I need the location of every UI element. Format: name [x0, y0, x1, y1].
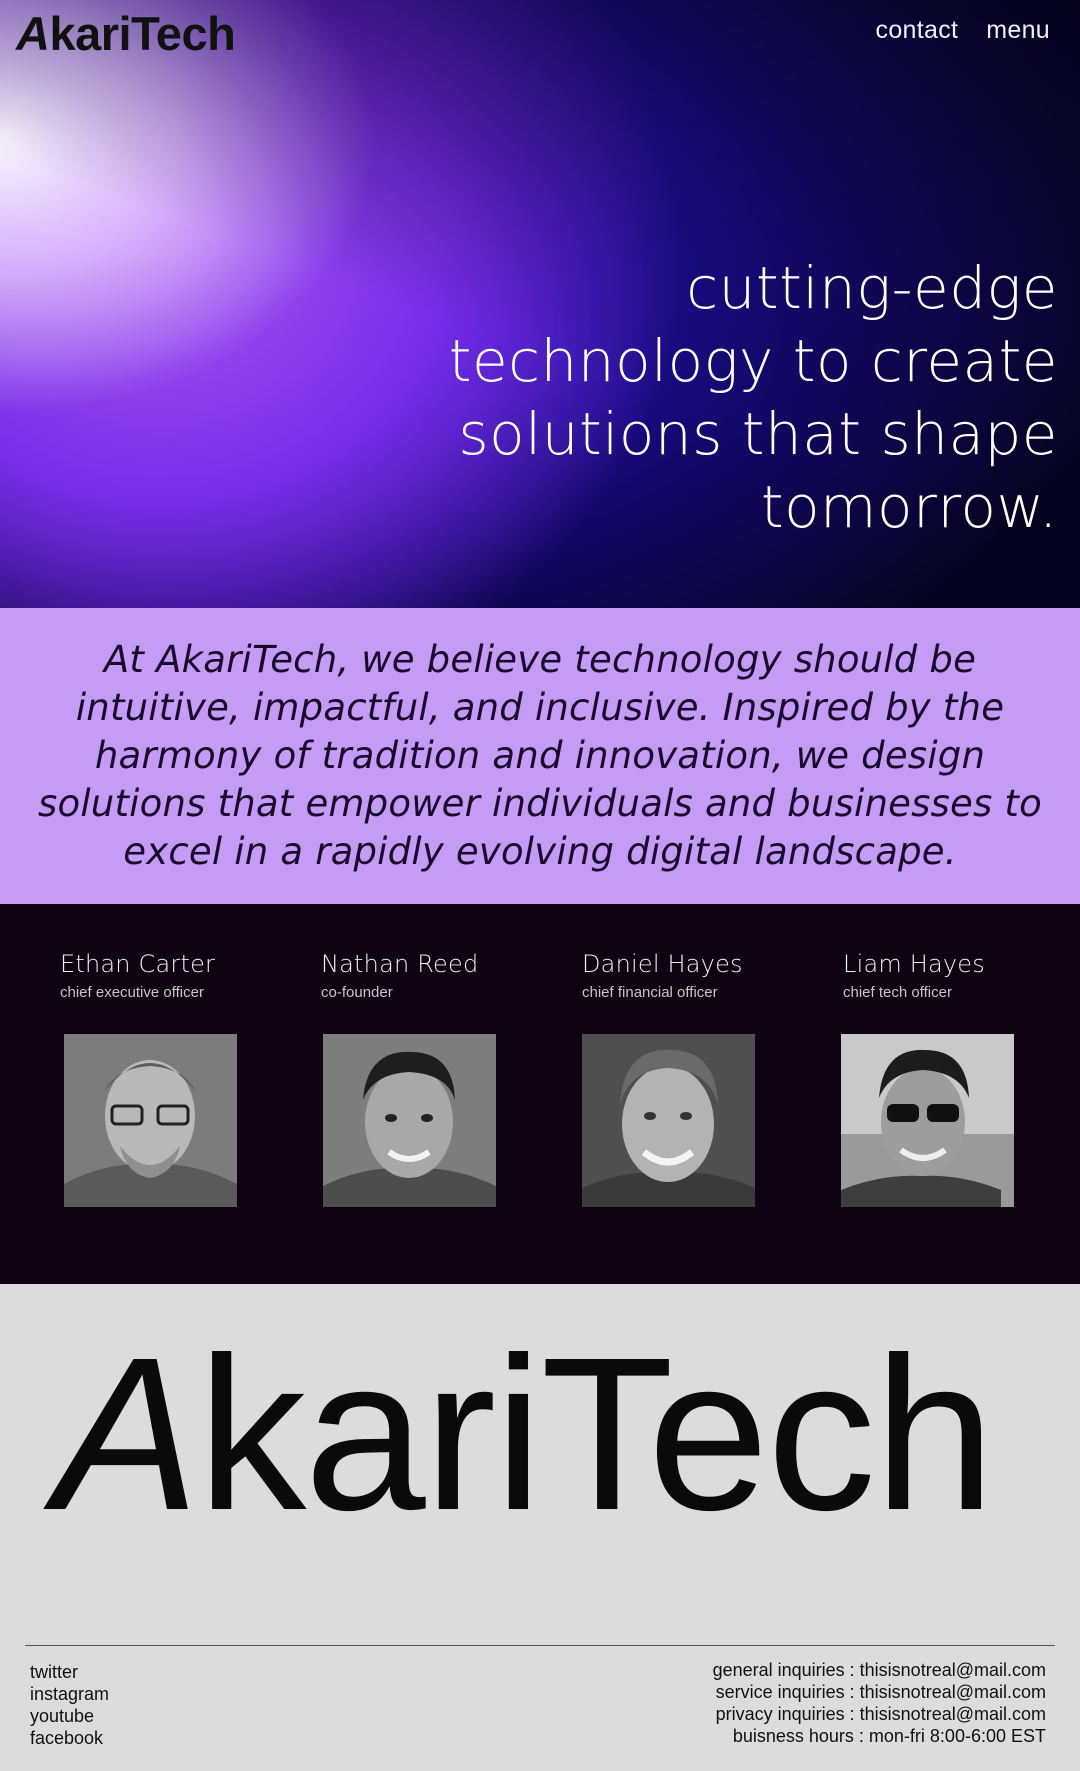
- team-member-card: Nathan Reed co-founder: [321, 950, 561, 1001]
- general-inquiries: general inquiries : thisisnotreal@mail.c…: [712, 1660, 1046, 1680]
- facebook-link[interactable]: facebook: [30, 1727, 109, 1749]
- hero-line: solutions that shape: [458, 400, 1058, 468]
- hero-headline: cutting-edge technology to create soluti…: [418, 252, 1058, 544]
- footer-divider: [25, 1645, 1055, 1646]
- mission-statement: At AkariTech, we believe technology shou…: [38, 638, 1042, 873]
- logo-a: A: [16, 7, 50, 60]
- portrait-image: [841, 1034, 1014, 1207]
- team-member-card: Daniel Hayes chief financial officer: [582, 950, 822, 1001]
- wordmark-rest: kariTech: [197, 1313, 995, 1556]
- portrait-image: [323, 1034, 496, 1207]
- portrait-image: [64, 1034, 237, 1207]
- member-name: Liam Hayes: [843, 950, 985, 978]
- member-portrait: [64, 1034, 237, 1207]
- hero-line: cutting-edge: [686, 254, 1058, 322]
- member-portrait: [582, 1034, 755, 1207]
- footer-section: AkariTech twitter instagram youtube face…: [0, 1284, 1080, 1771]
- top-nav: contact menu: [876, 16, 1050, 45]
- team-section: Ethan Carter chief executive officer Nat…: [0, 904, 1080, 1284]
- member-portrait: [841, 1034, 1014, 1207]
- team-member-card: Liam Hayes chief tech officer: [843, 950, 1080, 1001]
- contact-info: general inquiries : thisisnotreal@mail.c…: [713, 1659, 1046, 1747]
- privacy-inquiries: privacy inquiries : thisisnotreal@mail.c…: [715, 1704, 1046, 1724]
- hero-line: technology to create: [448, 327, 1058, 395]
- wordmark-a: A: [54, 1313, 199, 1556]
- instagram-link[interactable]: instagram: [30, 1683, 109, 1705]
- social-item: instagram: [30, 1683, 109, 1705]
- mission-section: At AkariTech, we believe technology shou…: [0, 608, 1080, 904]
- member-role: chief financial officer: [582, 984, 718, 1001]
- social-item: youtube: [30, 1705, 109, 1727]
- member-role: co-founder: [321, 984, 393, 1001]
- logo-rest: kariTech: [49, 7, 236, 60]
- twitter-link[interactable]: twitter: [30, 1661, 109, 1683]
- hero-line: tomorrow.: [760, 473, 1058, 541]
- social-item: twitter: [30, 1661, 109, 1683]
- youtube-link[interactable]: youtube: [30, 1705, 109, 1727]
- nav-contact-link[interactable]: contact: [876, 16, 959, 45]
- hero-section: AkariTech contact menu cutting-edge tech…: [0, 0, 1080, 608]
- site-logo[interactable]: AkariTech: [16, 6, 236, 61]
- nav-menu-link[interactable]: menu: [986, 16, 1050, 45]
- portrait-image: [582, 1034, 755, 1207]
- social-item: facebook: [30, 1727, 109, 1749]
- member-role: chief tech officer: [843, 984, 952, 1001]
- member-name: Daniel Hayes: [582, 950, 743, 978]
- social-links: twitter instagram youtube facebook: [30, 1661, 109, 1749]
- member-name: Ethan Carter: [60, 950, 216, 978]
- member-role: chief executive officer: [60, 984, 204, 1001]
- team-member-card: Ethan Carter chief executive officer: [60, 950, 300, 1001]
- business-hours: buisness hours : mon-fri 8:00-6:00 EST: [732, 1726, 1046, 1746]
- service-inquiries: service inquiries : thisisnotreal@mail.c…: [715, 1682, 1046, 1702]
- member-portrait: [323, 1034, 496, 1207]
- footer-wordmark: AkariTech: [54, 1326, 995, 1544]
- member-name: Nathan Reed: [321, 950, 479, 978]
